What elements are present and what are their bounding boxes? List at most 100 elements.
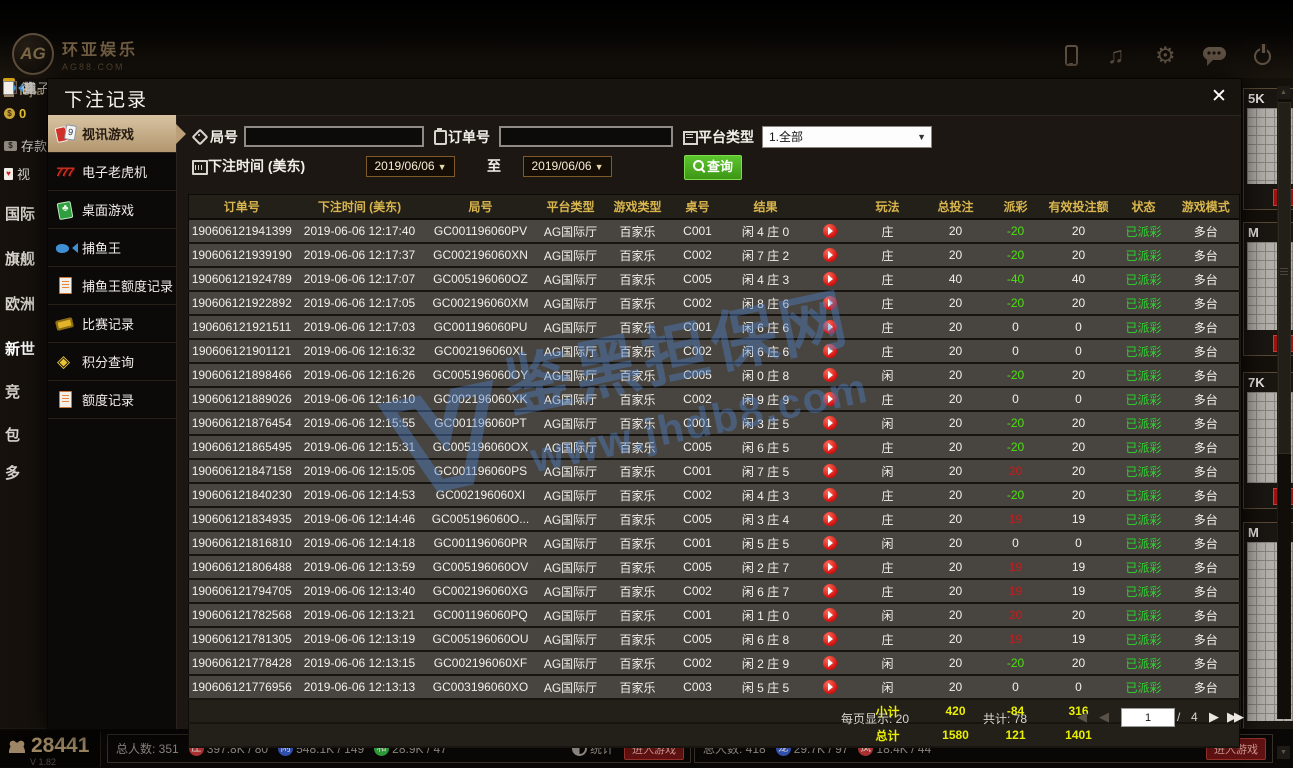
background-game-cards: 5K戏M戏7K戏M ▲ [1240, 78, 1293, 728]
play-video-button[interactable] [823, 392, 837, 406]
column-header: 有效投注额 [1043, 195, 1115, 220]
music-icon[interactable] [1107, 44, 1131, 68]
fish-king-icon [56, 239, 76, 257]
cell-play_type: 庄 [853, 507, 923, 531]
cell-order: 190606121778428 [189, 651, 295, 675]
cell-platform: AG国际厅 [537, 315, 605, 339]
cell-round: GC002196060XM [425, 291, 537, 315]
cell-table_no: C003 [671, 675, 725, 699]
cell-status: 已派彩 [1115, 459, 1173, 483]
scroll-up-icon[interactable]: ▲ [1277, 86, 1290, 99]
cell-status: 已派彩 [1115, 483, 1173, 507]
gear-icon[interactable] [1155, 44, 1179, 68]
cell-status: 已派彩 [1115, 315, 1173, 339]
menu-item-5[interactable]: 比赛记录 [48, 305, 176, 343]
cell-table_no: C001 [671, 411, 725, 435]
cell-play_type: 闲 [853, 603, 923, 627]
cell-payout: 20 [989, 459, 1043, 483]
cell-play_type: 庄 [853, 483, 923, 507]
cell-table_no: C005 [671, 435, 725, 459]
menu-item-label: 视讯游戏 [82, 124, 134, 143]
cell-total: 20 [923, 219, 989, 243]
play-video-button[interactable] [823, 368, 837, 382]
close-icon[interactable]: ✕ [1209, 85, 1229, 108]
next-page-button[interactable]: ▶ [1209, 709, 1219, 725]
cell-payout: 0 [989, 675, 1043, 699]
date-from-select[interactable]: 2019/06/06▼ [366, 156, 455, 177]
play-video-button[interactable] [823, 464, 837, 478]
column-header: 游戏模式 [1173, 195, 1240, 220]
play-video-button[interactable] [823, 320, 837, 334]
date-to-select[interactable]: 2019/06/06▼ [523, 156, 612, 177]
page-number-input[interactable] [1121, 708, 1175, 727]
cell-result: 闲 6 庄 8 [725, 627, 807, 651]
cell-play [807, 651, 853, 675]
play-video-button[interactable] [823, 440, 837, 454]
slot-777-icon [56, 163, 76, 181]
cell-round: GC001196060PV [425, 219, 537, 243]
cell-time: 2019-06-06 12:14:18 [295, 531, 425, 555]
play-video-button[interactable] [823, 656, 837, 670]
play-video-button[interactable] [823, 584, 837, 598]
scrollbar-thumb[interactable] [1278, 102, 1291, 454]
order-input[interactable] [499, 126, 673, 147]
play-video-button[interactable] [823, 416, 837, 430]
platform-select[interactable]: 1.全部 ▼ [762, 126, 932, 148]
cell-table_no: C002 [671, 339, 725, 363]
play-video-button[interactable] [823, 248, 837, 262]
menu-item-6[interactable]: 积分查询 [48, 343, 176, 381]
cell-time: 2019-06-06 12:15:31 [295, 435, 425, 459]
chat-icon[interactable] [1203, 44, 1227, 68]
cell-mode: 多台 [1173, 507, 1240, 531]
total-count-label: 共计: 78 [983, 710, 1027, 727]
power-icon[interactable] [1251, 44, 1275, 68]
cell-status: 已派彩 [1115, 627, 1173, 651]
play-video-button[interactable] [823, 224, 837, 238]
play-video-button[interactable] [823, 344, 837, 358]
cell-valid: 19 [1043, 579, 1115, 603]
play-icon [828, 227, 833, 235]
play-video-button[interactable] [823, 632, 837, 646]
chevron-down-icon: ▼ [917, 127, 926, 147]
play-video-button[interactable] [823, 536, 837, 550]
cell-mode: 多台 [1173, 219, 1240, 243]
topbar-icon-group [1035, 44, 1275, 68]
cell-platform: AG国际厅 [537, 339, 605, 363]
play-video-button[interactable] [823, 488, 837, 502]
scroll-down-icon[interactable]: ▼ [1277, 746, 1290, 759]
last-page-button[interactable]: ▶▶ [1227, 709, 1241, 725]
cell-mode: 多台 [1173, 675, 1240, 699]
search-button[interactable]: 查询 [684, 155, 742, 180]
cell-table_no: C001 [671, 531, 725, 555]
menu-item-2[interactable]: 桌面游戏 [48, 191, 176, 229]
menu-item-0[interactable]: 视讯游戏 [48, 115, 176, 153]
cell-mode: 多台 [1173, 579, 1240, 603]
play-video-button[interactable] [823, 680, 837, 694]
table-row: 1906061217784282019-06-06 12:13:15GC0021… [189, 651, 1240, 675]
cell-order: 190606121924789 [189, 267, 295, 291]
cell-table_no: C005 [671, 507, 725, 531]
menu-item-7[interactable]: 额度记录 [48, 381, 176, 419]
play-video-button[interactable] [823, 608, 837, 622]
table-header-row: 订单号下注时间 (美东)局号平台类型游戏类型桌号结果玩法总投注派彩有效投注额状态… [189, 195, 1240, 220]
menu-item-3[interactable]: 捕鱼王 [48, 229, 176, 267]
cell-result: 闲 7 庄 2 [725, 243, 807, 267]
cell-play [807, 267, 853, 291]
cell-order: 190606121941399 [189, 219, 295, 243]
cell-platform: AG国际厅 [537, 555, 605, 579]
first-page-button[interactable]: ◀ [1077, 709, 1087, 725]
cell-time: 2019-06-06 12:15:05 [295, 459, 425, 483]
cell-game: 百家乐 [605, 675, 671, 699]
doc-icon [56, 391, 76, 409]
play-video-button[interactable] [823, 296, 837, 310]
play-video-button[interactable] [823, 512, 837, 526]
menu-item-1[interactable]: 电子老虎机 [48, 153, 176, 191]
play-video-button[interactable] [823, 560, 837, 574]
round-input[interactable] [244, 126, 424, 147]
cell-time: 2019-06-06 12:13:13 [295, 675, 425, 699]
menu-item-4[interactable]: 捕鱼王额度记录 [48, 267, 176, 305]
mobile-icon[interactable] [1059, 44, 1083, 68]
play-video-button[interactable] [823, 272, 837, 286]
prev-page-button[interactable]: ◀ [1099, 709, 1109, 725]
cell-payout: 19 [989, 507, 1043, 531]
